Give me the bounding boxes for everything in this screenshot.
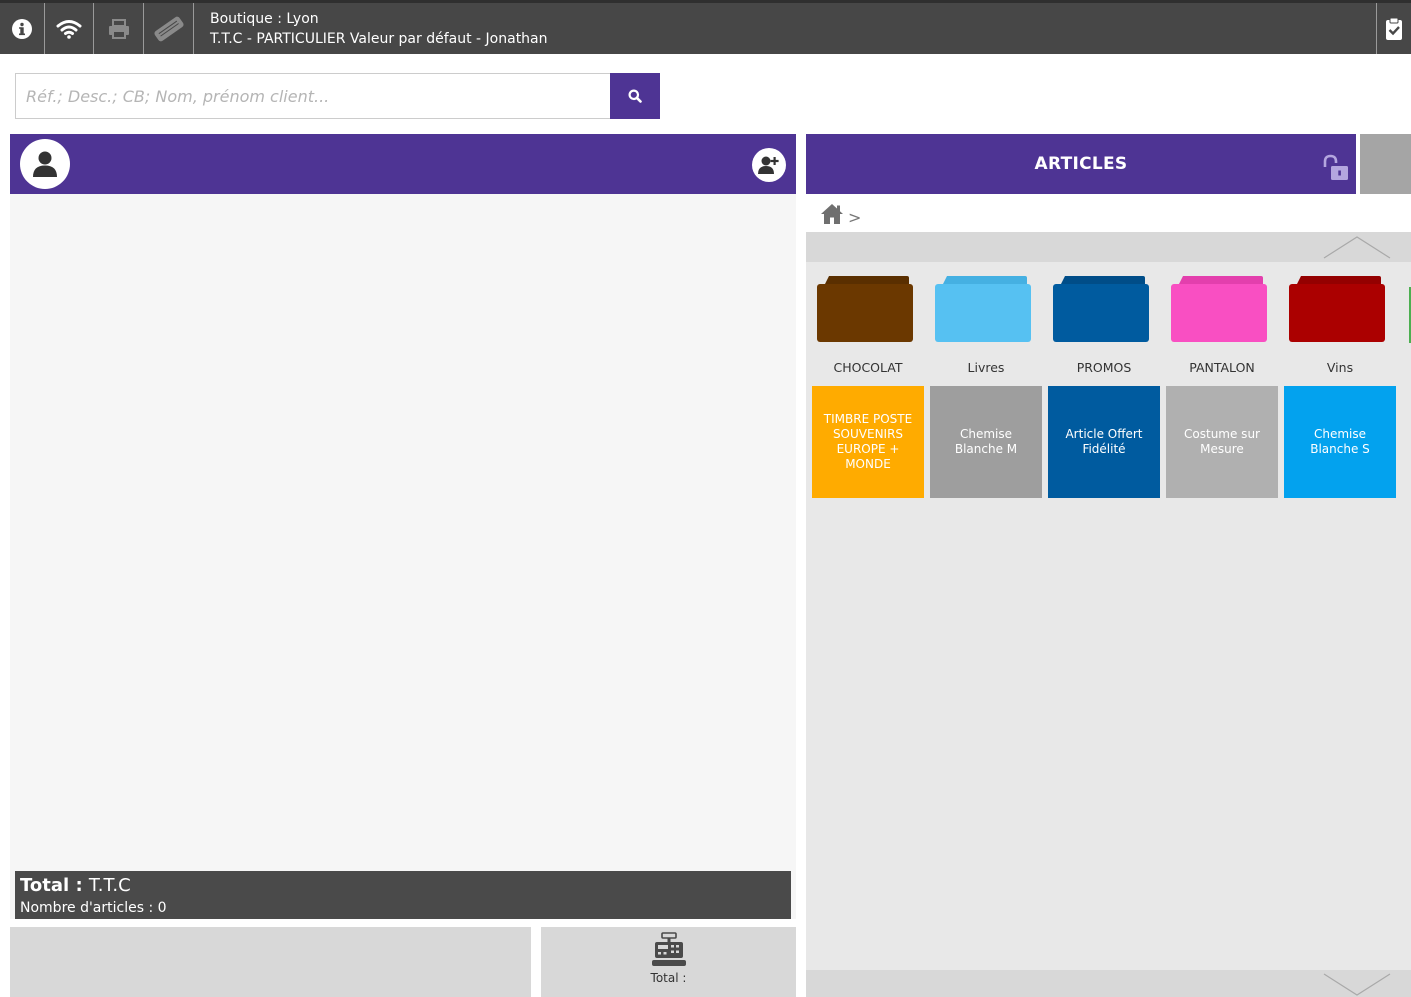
search-input[interactable] bbox=[15, 73, 611, 119]
tile-label: Costume sur Mesure bbox=[1184, 427, 1260, 456]
ticket-total-bar: Total : T.T.C Nombre d'articles : 0 bbox=[15, 871, 791, 919]
user-icon bbox=[33, 151, 57, 177]
folder-label: Vins bbox=[1326, 360, 1354, 375]
folder-chocolat[interactable]: CHOCOLAT bbox=[812, 274, 913, 375]
search-icon bbox=[628, 89, 642, 103]
folder-label: Livres bbox=[967, 360, 1005, 375]
tile-label: Article Offert Fidélité bbox=[1065, 427, 1143, 456]
articles-grid: CHOCOLAT Livres PROMOS PANTALON Vins TIM… bbox=[806, 232, 1411, 997]
wifi-icon bbox=[56, 19, 82, 39]
folder-pantalon[interactable]: PANTALON bbox=[1166, 274, 1267, 375]
cash-register-icon bbox=[651, 932, 686, 966]
article-tile-costume-sur-mesure[interactable]: Costume sur Mesure bbox=[1166, 386, 1278, 498]
folder-icon bbox=[817, 276, 913, 342]
pay-button[interactable]: Total : bbox=[541, 927, 796, 997]
total-mode: T.T.C bbox=[88, 875, 131, 896]
tile-label: Chemise Blanche M bbox=[954, 427, 1018, 456]
card-reader-icon bbox=[154, 16, 184, 41]
pricing-seller-label: T.T.C - PARTICULIER Valeur par défaut - … bbox=[210, 31, 548, 47]
breadcrumb: > bbox=[820, 200, 861, 228]
ticket-lines-area[interactable] bbox=[10, 194, 796, 919]
folder-promos[interactable]: PROMOS bbox=[1048, 274, 1149, 375]
folder-icon bbox=[935, 276, 1031, 342]
ticket-actions-area[interactable] bbox=[10, 927, 531, 997]
article-count: Nombre d'articles : 0 bbox=[20, 900, 167, 916]
folder-label: PANTALON bbox=[1189, 360, 1255, 375]
tile-label: Chemise Blanche S bbox=[1310, 427, 1370, 456]
customer-header bbox=[10, 134, 796, 194]
article-tile-timbre-poste[interactable]: TIMBRE POSTE SOUVENIRS EUROPE + MONDE bbox=[812, 386, 924, 498]
folder-icon bbox=[1053, 276, 1149, 342]
chevron-down-icon bbox=[1323, 973, 1391, 996]
folder-icon bbox=[1171, 276, 1267, 342]
home-icon[interactable] bbox=[820, 203, 844, 225]
pay-label: Total : bbox=[650, 971, 687, 985]
search-bar bbox=[15, 73, 660, 119]
folder-label: PROMOS bbox=[1076, 360, 1132, 375]
article-tile-article-offert[interactable]: Article Offert Fidélité bbox=[1048, 386, 1160, 498]
printer-icon bbox=[109, 18, 129, 39]
unlock-icon[interactable] bbox=[1322, 154, 1350, 182]
folder-label: CHOCOLAT bbox=[833, 360, 903, 375]
add-user-icon bbox=[758, 156, 779, 174]
articles-header: ARTICLES bbox=[806, 134, 1356, 194]
folder-icon bbox=[1289, 276, 1385, 342]
total-label: Total : bbox=[20, 875, 83, 896]
folder-livres[interactable]: Livres bbox=[930, 274, 1031, 375]
tasks-button[interactable] bbox=[1376, 3, 1411, 54]
pos-app: Boutique : Lyon T.T.C - PARTICULIER Vale… bbox=[0, 0, 1411, 997]
customer-avatar[interactable] bbox=[20, 139, 70, 189]
info-icon bbox=[12, 18, 32, 39]
add-customer-button[interactable] bbox=[752, 148, 786, 182]
wifi-button[interactable] bbox=[45, 3, 94, 54]
breadcrumb-separator: > bbox=[848, 207, 862, 227]
printer-button[interactable] bbox=[95, 3, 144, 54]
articles-title: ARTICLES bbox=[1034, 154, 1128, 174]
scroll-up-button[interactable] bbox=[806, 232, 1411, 262]
search-button[interactable] bbox=[610, 73, 660, 119]
clipboard-check-icon bbox=[1386, 17, 1402, 40]
store-label: Boutique : Lyon bbox=[210, 11, 319, 27]
chevron-up-icon bbox=[1323, 236, 1391, 259]
article-tile-chemise-blanche-s[interactable]: Chemise Blanche S bbox=[1284, 386, 1396, 498]
top-bar: Boutique : Lyon T.T.C - PARTICULIER Vale… bbox=[0, 0, 1411, 54]
article-tile-chemise-blanche-m[interactable]: Chemise Blanche M bbox=[930, 386, 1042, 498]
scroll-down-button[interactable] bbox=[806, 970, 1411, 997]
card-reader-button[interactable] bbox=[145, 3, 194, 54]
tile-label: TIMBRE POSTE SOUVENIRS EUROPE + MONDE bbox=[823, 412, 913, 471]
folder-vins[interactable]: Vins bbox=[1284, 274, 1385, 375]
total-line: Total : T.T.C bbox=[20, 873, 791, 899]
session-info: Boutique : Lyon T.T.C - PARTICULIER Vale… bbox=[210, 9, 548, 49]
info-button[interactable] bbox=[0, 3, 45, 54]
side-panel-toggle[interactable] bbox=[1360, 134, 1411, 194]
